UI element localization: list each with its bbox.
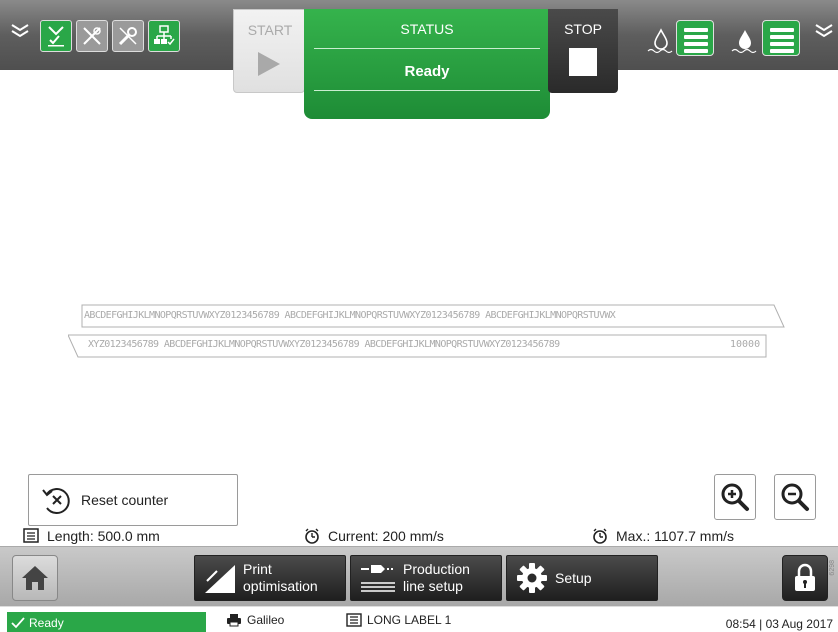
label-icon	[23, 528, 39, 543]
production-line-setup-button[interactable]: Production line setup	[350, 555, 502, 601]
speed-clock-icon	[305, 528, 319, 544]
stop-icon	[569, 48, 597, 76]
makeup-drop-icon	[730, 25, 760, 55]
stop-button[interactable]: STOP	[548, 9, 618, 93]
label-text-row-2: XYZ0123456789 ABCDEFGHIJKLMNOPQRSTUVWXYZ…	[88, 339, 560, 350]
network-icon[interactable]	[148, 20, 180, 52]
ink-level-icon[interactable]	[676, 20, 714, 56]
setup-label: Setup	[555, 569, 592, 586]
label-preview[interactable]	[68, 297, 790, 369]
play-icon	[258, 52, 280, 76]
makeup-level-icon[interactable]	[762, 20, 800, 56]
check-icon	[11, 616, 25, 628]
home-button[interactable]	[12, 555, 58, 601]
stop-label: STOP	[564, 21, 602, 37]
status-divider-top	[314, 48, 540, 49]
label-length-info: Length: 500.0 mm	[23, 528, 160, 544]
label-text-row-1: ABCDEFGHIJKLMNOPQRSTUVWXYZ0123456789 ABC…	[84, 310, 616, 321]
label-counter: 10000	[730, 339, 761, 350]
status-title: STATUS	[400, 21, 454, 37]
status-bar: Ready Galileo LONG LABEL 1 08:54 | 03 Au…	[0, 606, 838, 632]
reset-counter-label: Reset counter	[81, 492, 169, 508]
status-divider-bottom	[314, 90, 540, 91]
lock-button[interactable]	[782, 555, 828, 601]
reset-counter-button[interactable]: Reset counter	[28, 474, 238, 526]
status-bar-datetime: 08:54 | 03 Aug 2017	[725, 617, 833, 631]
label-preview-outline	[68, 297, 790, 369]
home-icon	[22, 566, 48, 590]
print-optimisation-button[interactable]: Print optimisation	[194, 555, 346, 601]
ink-drop-icon	[646, 25, 676, 55]
start-button[interactable]: START	[233, 9, 305, 93]
tools-disabled-icon[interactable]	[76, 20, 108, 52]
gear-icon	[517, 563, 547, 593]
label-file-icon	[346, 613, 362, 627]
lock-icon	[795, 563, 815, 591]
production-line-icon	[361, 565, 395, 592]
print-optimisation-label: Print optimisation	[243, 561, 318, 594]
current-speed-info: Current: 200 mm/s	[304, 528, 444, 544]
status-bar-ready: Ready	[7, 612, 206, 632]
printer-icon	[227, 614, 241, 627]
zoom-in-button[interactable]	[714, 474, 756, 520]
status-bar-message: LONG LABEL 1	[346, 613, 451, 627]
max-speed-info: Max.: 1107.7 mm/s	[592, 528, 734, 544]
print-optimisation-icon	[205, 565, 235, 593]
zoom-out-button[interactable]	[774, 474, 816, 520]
collapse-left-chevron-icon[interactable]	[10, 24, 30, 38]
bottom-navigation: Print optimisation Production line setup…	[0, 546, 838, 606]
wrench-disabled-icon[interactable]	[112, 20, 144, 52]
message-name: LONG LABEL 1	[367, 613, 452, 627]
side-code: 6298	[829, 560, 836, 576]
printer-name: Galileo	[247, 613, 285, 627]
checklist-icon[interactable]	[40, 20, 72, 52]
status-value: Ready	[404, 63, 450, 80]
max-speed-clock-icon	[593, 528, 607, 544]
status-bar-printer: Galileo	[226, 613, 284, 627]
zoom-out-icon	[781, 483, 809, 511]
current-speed: Current: 200 mm/s	[328, 528, 444, 544]
start-label: START	[247, 22, 293, 38]
status-bar-state: Ready	[29, 615, 64, 630]
status-panel: STATUS Ready	[304, 9, 550, 119]
collapse-right-chevron-icon[interactable]	[814, 24, 834, 38]
zoom-in-icon	[721, 483, 749, 511]
reset-counter-icon	[42, 488, 70, 514]
production-line-setup-label: Production line setup	[403, 561, 470, 594]
setup-button[interactable]: Setup	[506, 555, 658, 601]
label-length: Length: 500.0 mm	[47, 528, 160, 544]
max-speed: Max.: 1107.7 mm/s	[616, 528, 735, 544]
